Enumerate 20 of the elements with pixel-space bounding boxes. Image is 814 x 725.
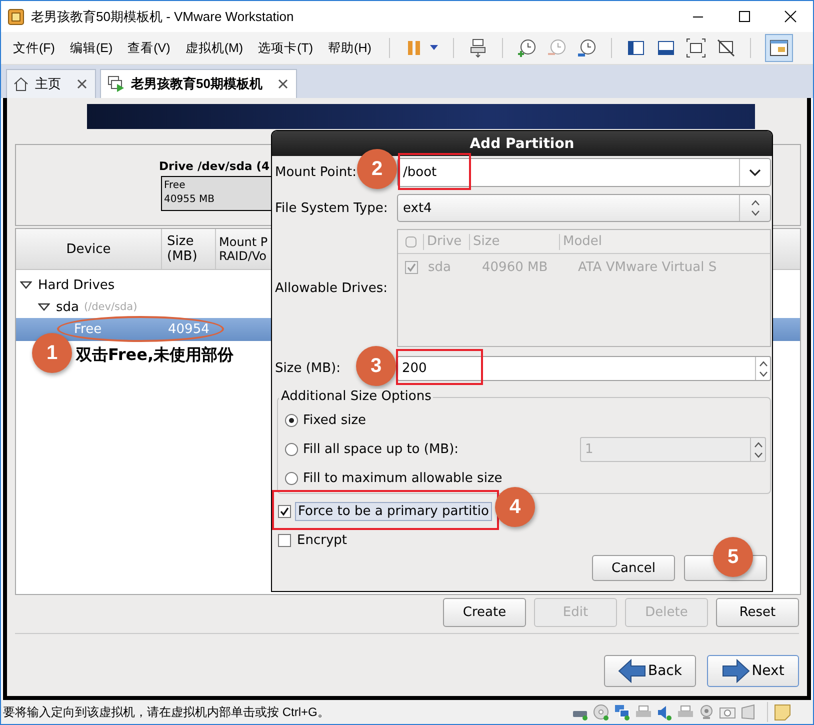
table-cell: ATA VMware Virtual S [578, 260, 717, 275]
window-title: 老男孩教育50期模板机 - VMware Workstation [31, 8, 295, 26]
field-label: Size (MB): [275, 361, 340, 376]
device-path: (/dev/sda) [84, 301, 138, 313]
dialog-title: Add Partition [470, 136, 574, 152]
field-label: File System Type: [275, 200, 388, 216]
segment-name: Free [164, 179, 186, 193]
drive-title: Drive /dev/sda (4 [159, 159, 270, 173]
segment-size: 40955 MB [164, 193, 214, 207]
size-cell-text: 40954 [167, 322, 210, 337]
tree-label: sda [56, 300, 79, 314]
tree-label: Hard Drives [38, 278, 115, 292]
tree-label: Free [74, 322, 102, 337]
field-label: Mount Point: [275, 165, 357, 180]
step-note: 双击Free,未使用部份 [76, 345, 234, 366]
status-text: 要将输入定向到该虚拟机，请在虚拟机内部单击或按 Ctrl+G。 [3, 704, 330, 720]
field-label: Allowable Drives: [275, 280, 388, 296]
group-title: Additional Size Options [279, 389, 434, 404]
table-cell: sda [428, 260, 451, 275]
table-cell: 40960 MB [482, 260, 548, 275]
